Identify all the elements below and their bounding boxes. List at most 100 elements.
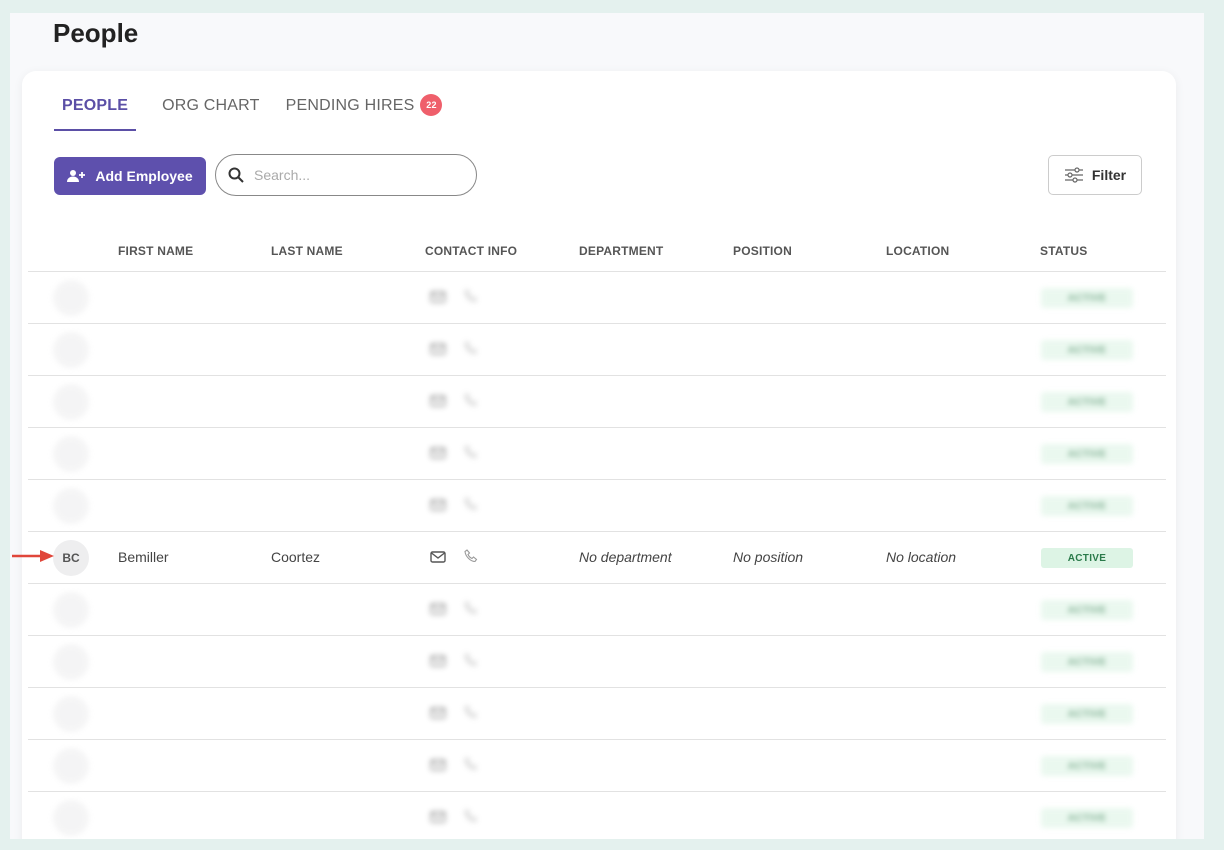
table-row[interactable]: ACTIVE bbox=[28, 323, 1166, 375]
status-badge: ACTIVE bbox=[1041, 444, 1133, 464]
table-row[interactable]: ACTIVE bbox=[28, 375, 1166, 427]
location-cell: No location bbox=[886, 549, 957, 565]
department-cell: No department bbox=[579, 549, 672, 565]
phone-icon[interactable] bbox=[464, 757, 478, 776]
phone-icon[interactable] bbox=[464, 393, 478, 412]
status-badge: ACTIVE bbox=[1041, 652, 1133, 672]
avatar bbox=[53, 592, 89, 628]
mail-icon[interactable] bbox=[430, 290, 446, 308]
contact-icons bbox=[430, 289, 478, 308]
filter-button[interactable]: Filter bbox=[1048, 155, 1142, 195]
search-icon bbox=[228, 167, 244, 183]
contact-icons bbox=[430, 549, 478, 568]
avatar bbox=[53, 488, 89, 524]
phone-icon[interactable] bbox=[464, 809, 478, 828]
filter-sliders-icon bbox=[1064, 167, 1083, 183]
table-row[interactable]: ACTIVE bbox=[28, 791, 1166, 839]
status-badge: ACTIVE bbox=[1041, 392, 1133, 412]
mail-icon[interactable] bbox=[430, 342, 446, 360]
contact-icons bbox=[430, 393, 478, 412]
tab-pending-hires[interactable]: PENDING HIRES 22 bbox=[285, 94, 443, 131]
employee-table: ACTIVE ACTIVE ACTIVE ACTIVE ACTIVE BC Bemiller… bbox=[28, 271, 1166, 839]
add-employee-button[interactable]: Add Employee bbox=[54, 157, 206, 195]
people-card: PEOPLE ORG CHART PENDING HIRES 22 Add Em… bbox=[22, 71, 1176, 839]
filter-label: Filter bbox=[1091, 167, 1127, 183]
mail-icon[interactable] bbox=[430, 498, 446, 516]
avatar bbox=[53, 280, 89, 316]
column-department[interactable]: DEPARTMENT bbox=[579, 244, 663, 258]
contact-icons bbox=[430, 705, 478, 724]
table-row[interactable]: ACTIVE bbox=[28, 687, 1166, 739]
search-box[interactable] bbox=[215, 154, 477, 196]
status-badge: ACTIVE bbox=[1041, 756, 1133, 776]
tab-people[interactable]: PEOPLE bbox=[54, 97, 137, 131]
column-status[interactable]: STATUS bbox=[1040, 244, 1087, 258]
avatar-initials: BC bbox=[62, 551, 80, 565]
status-badge: ACTIVE bbox=[1041, 600, 1133, 620]
avatar bbox=[53, 644, 89, 680]
search-input[interactable] bbox=[254, 167, 454, 183]
tab-org-chart[interactable]: ORG CHART bbox=[162, 97, 260, 131]
contact-icons bbox=[430, 601, 478, 620]
column-last-name[interactable]: LAST NAME bbox=[271, 244, 343, 258]
first-name-cell[interactable]: Bemiller bbox=[118, 549, 169, 565]
table-header: FIRST NAME LAST NAME CONTACT INFO DEPART… bbox=[22, 234, 1176, 274]
contact-icons bbox=[430, 445, 478, 464]
contact-icons bbox=[430, 653, 478, 672]
contact-icons bbox=[430, 757, 478, 776]
mail-icon[interactable] bbox=[430, 394, 446, 412]
table-row[interactable]: ACTIVE bbox=[28, 739, 1166, 791]
add-employee-label: Add Employee bbox=[95, 168, 193, 184]
position-cell: No position bbox=[733, 549, 804, 565]
phone-icon[interactable] bbox=[464, 445, 478, 464]
table-row[interactable]: BC Bemiller Coortez No department No positio… bbox=[28, 531, 1166, 583]
avatar bbox=[53, 332, 89, 368]
mail-icon[interactable] bbox=[430, 446, 446, 464]
tab-bar: PEOPLE ORG CHART PENDING HIRES 22 bbox=[54, 94, 443, 131]
status-badge: ACTIVE bbox=[1041, 548, 1133, 568]
table-row[interactable]: ACTIVE bbox=[28, 635, 1166, 687]
tab-people-label: PEOPLE bbox=[62, 97, 129, 114]
contact-icons bbox=[430, 809, 478, 828]
mail-icon[interactable] bbox=[430, 758, 446, 776]
mail-icon[interactable] bbox=[430, 550, 446, 568]
avatar bbox=[53, 436, 89, 472]
page-title: People bbox=[53, 18, 139, 48]
last-name-cell[interactable]: Coortez bbox=[271, 549, 320, 565]
mail-icon[interactable] bbox=[430, 706, 446, 724]
table-row[interactable]: ACTIVE bbox=[28, 479, 1166, 531]
contact-icons bbox=[430, 341, 478, 360]
avatar bbox=[53, 696, 89, 732]
column-first-name[interactable]: FIRST NAME bbox=[118, 244, 193, 258]
status-badge: ACTIVE bbox=[1041, 808, 1133, 828]
tab-org-chart-label: ORG CHART bbox=[162, 97, 260, 114]
contact-icons bbox=[430, 497, 478, 516]
pending-count-badge: 22 bbox=[420, 94, 443, 116]
status-badge: ACTIVE bbox=[1041, 704, 1133, 724]
table-row[interactable]: ACTIVE bbox=[28, 271, 1166, 323]
avatar: BC bbox=[53, 540, 89, 576]
page: People PEOPLE ORG CHART PENDING HIRES 22… bbox=[10, 13, 1204, 839]
pointer-arrow-icon bbox=[12, 550, 54, 562]
phone-icon[interactable] bbox=[464, 549, 478, 568]
mail-icon[interactable] bbox=[430, 810, 446, 828]
phone-icon[interactable] bbox=[464, 601, 478, 620]
avatar bbox=[53, 748, 89, 784]
phone-icon[interactable] bbox=[464, 705, 478, 724]
phone-icon[interactable] bbox=[464, 653, 478, 672]
mail-icon[interactable] bbox=[430, 654, 446, 672]
table-row[interactable]: ACTIVE bbox=[28, 427, 1166, 479]
table-row[interactable]: ACTIVE bbox=[28, 583, 1166, 635]
avatar bbox=[53, 384, 89, 420]
status-badge: ACTIVE bbox=[1041, 496, 1133, 516]
add-user-icon bbox=[67, 170, 86, 182]
phone-icon[interactable] bbox=[464, 341, 478, 360]
phone-icon[interactable] bbox=[464, 497, 478, 516]
phone-icon[interactable] bbox=[464, 289, 478, 308]
column-location[interactable]: LOCATION bbox=[886, 244, 949, 258]
tab-pending-hires-label: PENDING HIRES bbox=[285, 97, 415, 114]
avatar bbox=[53, 800, 89, 836]
mail-icon[interactable] bbox=[430, 602, 446, 620]
status-badge: ACTIVE bbox=[1041, 340, 1133, 360]
column-position[interactable]: POSITION bbox=[733, 244, 792, 258]
